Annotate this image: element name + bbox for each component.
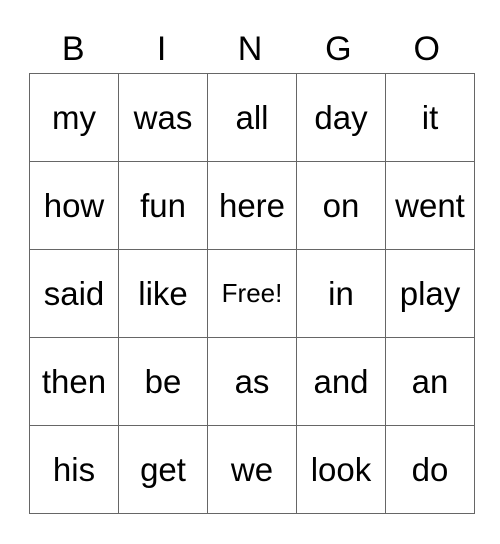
bingo-cell[interactable]: all (207, 73, 297, 162)
bingo-cell[interactable]: was (118, 73, 208, 162)
bingo-cell[interactable]: fun (118, 161, 208, 250)
bingo-cell[interactable]: how (29, 161, 119, 250)
header-letter-n: N (237, 30, 263, 68)
grid-row: how fun here on went (29, 161, 475, 250)
bingo-cell[interactable]: be (118, 337, 208, 426)
bingo-cell[interactable]: and (296, 337, 386, 426)
bingo-cell[interactable]: day (296, 73, 386, 162)
header-letter-o: O (413, 30, 440, 68)
bingo-cell[interactable]: here (207, 161, 297, 250)
bingo-cell[interactable]: look (296, 425, 386, 514)
bingo-cell[interactable]: said (29, 249, 119, 338)
free-space-cell[interactable]: Free! (207, 249, 297, 338)
bingo-cell[interactable]: like (118, 249, 208, 338)
bingo-cell[interactable]: in (296, 249, 386, 338)
bingo-cell[interactable]: then (29, 337, 119, 426)
grid-row: said like Free! in play (29, 249, 475, 338)
bingo-cell[interactable]: went (385, 161, 475, 250)
bingo-cell[interactable]: play (385, 249, 475, 338)
header-letter-g: G (325, 30, 352, 68)
header-letter-i: I (156, 30, 167, 68)
bingo-cell[interactable]: his (29, 425, 119, 514)
bingo-cell[interactable]: on (296, 161, 386, 250)
grid-row: then be as and an (29, 337, 475, 426)
bingo-cell[interactable]: get (118, 425, 208, 514)
bingo-cell[interactable]: an (385, 337, 475, 426)
bingo-cell[interactable]: as (207, 337, 297, 426)
bingo-cell[interactable]: we (207, 425, 297, 514)
bingo-header: B I N G O (29, 26, 471, 72)
bingo-cell[interactable]: it (385, 73, 475, 162)
header-letter-b: B (61, 30, 85, 68)
grid-row: his get we look do (29, 425, 475, 514)
bingo-grid: my was all day it how fun here on went s… (29, 73, 475, 514)
bingo-cell[interactable]: do (385, 425, 475, 514)
grid-row: my was all day it (29, 73, 475, 162)
bingo-cell[interactable]: my (29, 73, 119, 162)
